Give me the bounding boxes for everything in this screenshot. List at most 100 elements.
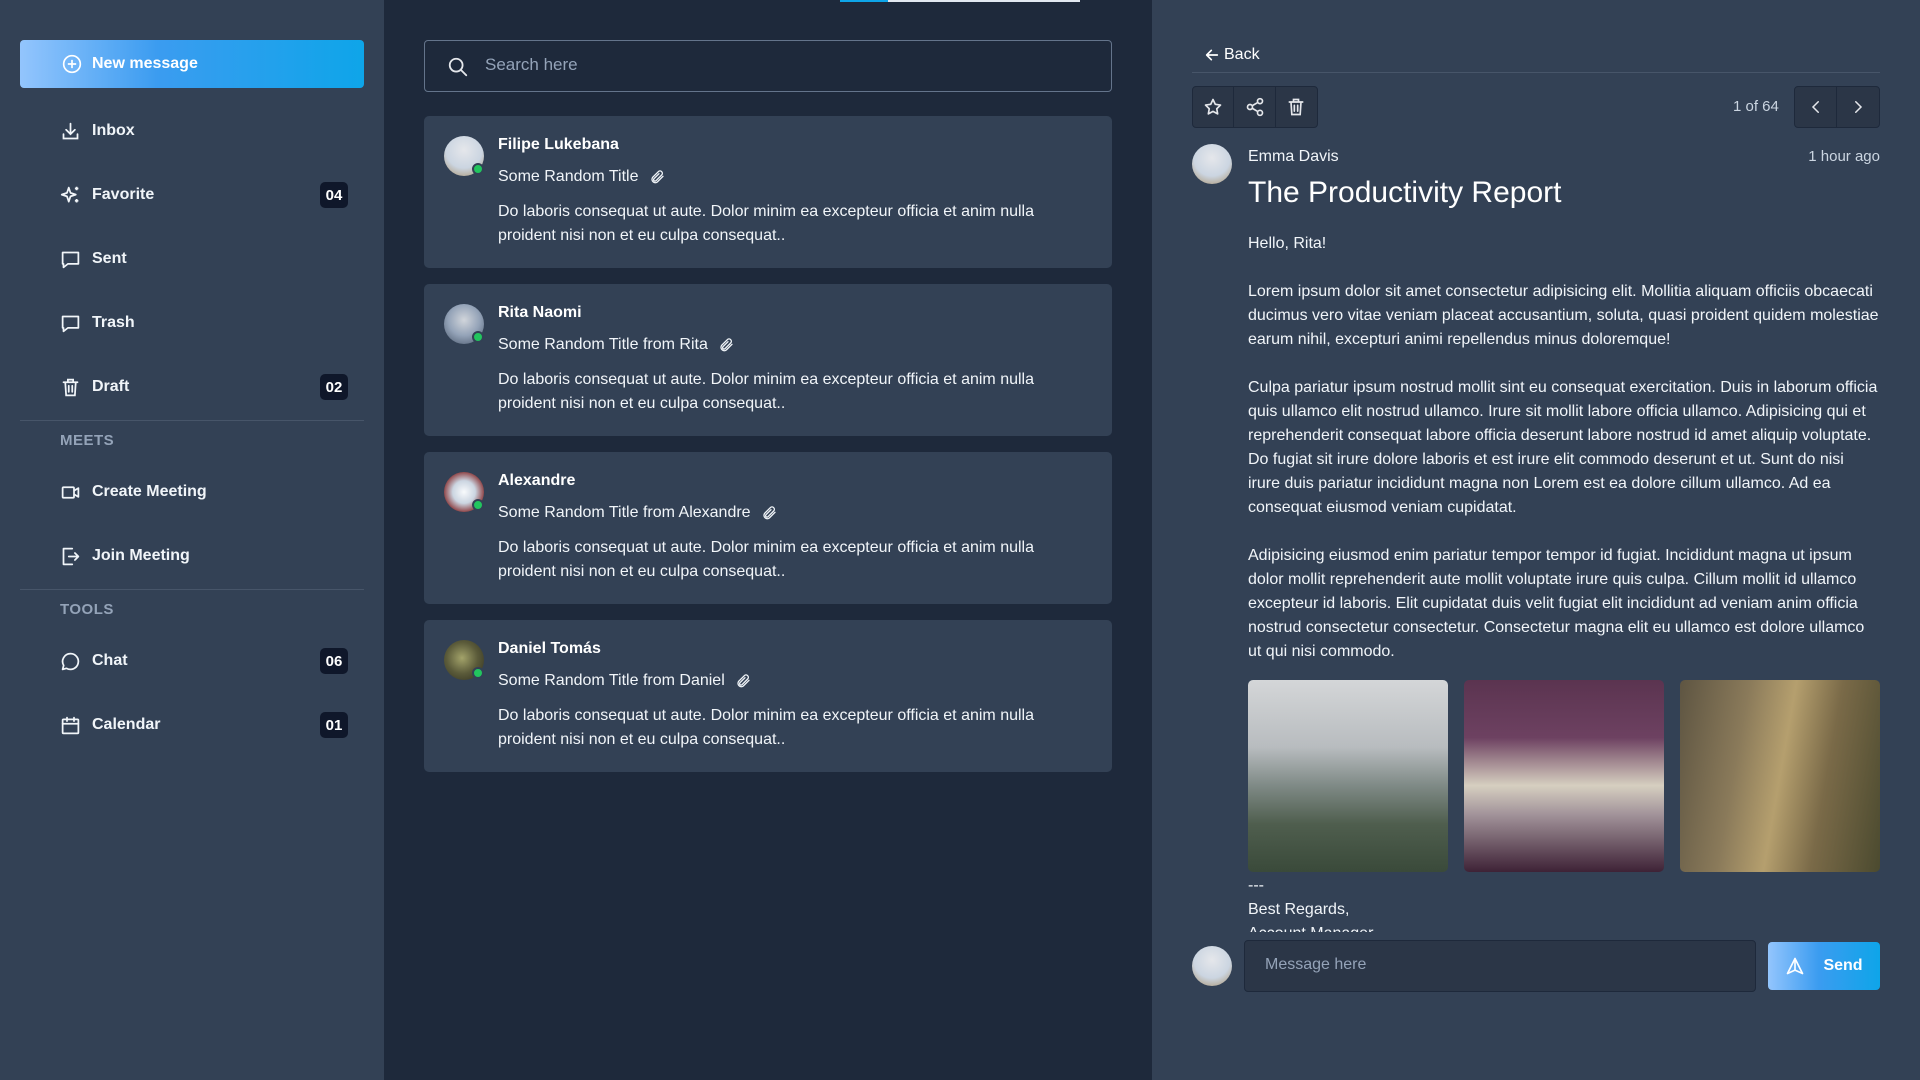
reader-title: The Productivity Report	[1248, 176, 1562, 209]
sidebar-item-sent[interactable]: Sent	[20, 235, 364, 283]
sidebar: New message Inbox Favorite 04 Sent Trash…	[0, 0, 384, 1080]
sidebar-item-favorite[interactable]: Favorite 04	[20, 171, 364, 219]
message-card[interactable]: Daniel Tomás Some Random Title from Dani…	[424, 620, 1112, 772]
message-icon	[60, 313, 81, 334]
section-label-tools: TOOLS	[60, 601, 114, 618]
chevron-left-icon	[1811, 101, 1819, 113]
signature-separator: ---	[1248, 877, 1264, 894]
reader-timestamp: 1 hour ago	[1808, 148, 1880, 165]
sidebar-item-label: Sent	[92, 250, 127, 267]
section-label-meets: MEETS	[60, 432, 115, 449]
sidebar-item-label: Trash	[92, 314, 135, 331]
sidebar-item-calendar[interactable]: Calendar 01	[20, 701, 364, 749]
attachments	[1248, 680, 1880, 872]
inbox-icon	[60, 121, 81, 142]
message-list-panel: Filipe Lukebana Some Random Title Do lab…	[384, 0, 1152, 1080]
message-card[interactable]: Rita Naomi Some Random Title from Rita D…	[424, 284, 1112, 436]
paperclip-icon	[737, 674, 750, 688]
sidebar-item-label: Inbox	[92, 122, 135, 139]
new-message-label: New message	[92, 55, 198, 72]
sidebar-item-label: Calendar	[92, 716, 161, 733]
greeting: Hello, Rita!	[1248, 235, 1327, 252]
attachment-image-canal[interactable]	[1464, 680, 1664, 872]
star-icon	[1204, 98, 1222, 115]
message-subject: Some Random Title from Daniel	[498, 672, 751, 690]
search-input[interactable]	[485, 41, 1095, 89]
login-icon	[60, 546, 81, 567]
message-sender: Rita Naomi	[498, 304, 582, 321]
previous-button[interactable]	[1795, 87, 1837, 127]
chevron-right-icon	[1855, 101, 1863, 113]
paperclip-icon	[720, 338, 733, 352]
message-icon	[60, 249, 81, 270]
pager-controls	[1794, 86, 1880, 128]
reply-input[interactable]	[1265, 941, 1745, 989]
back-link[interactable]: Back	[1204, 46, 1260, 64]
message-preview: Do laboris consequat ut aute. Dolor mini…	[498, 707, 1034, 748]
attachment-image-rocks[interactable]	[1680, 680, 1880, 872]
sidebar-item-label: Chat	[92, 652, 128, 669]
online-indicator	[472, 331, 484, 343]
sidebar-item-label: Join Meeting	[92, 547, 190, 564]
message-subject-text: Some Random Title	[498, 168, 639, 185]
count-badge: 01	[320, 712, 348, 738]
search-icon	[447, 56, 469, 78]
sidebar-item-create-meeting[interactable]: Create Meeting	[20, 468, 364, 516]
reader-sender: Emma Davis	[1248, 148, 1339, 165]
user-avatar	[1192, 946, 1232, 986]
trash-icon	[60, 377, 81, 398]
scroll-indicator-accent	[840, 0, 888, 2]
message-subject-text: Some Random Title from Daniel	[498, 672, 725, 689]
back-label: Back	[1224, 46, 1260, 63]
signature-role: Account Manager	[1248, 922, 1880, 932]
message-subject: Some Random Title	[498, 168, 665, 186]
message-subject-text: Some Random Title from Rita	[498, 336, 708, 353]
calendar-icon	[60, 715, 81, 736]
message-card[interactable]: Filipe Lukebana Some Random Title Do lab…	[424, 116, 1112, 268]
message-preview: Do laboris consequat ut aute. Dolor mini…	[498, 203, 1034, 244]
online-indicator	[472, 667, 484, 679]
plus-circle-icon	[62, 54, 82, 74]
online-indicator	[472, 499, 484, 511]
sidebar-item-chat[interactable]: Chat 06	[20, 637, 364, 685]
online-indicator	[472, 163, 484, 175]
send-button[interactable]: Send	[1768, 942, 1880, 990]
message-sender: Filipe Lukebana	[498, 136, 619, 153]
count-badge: 04	[320, 182, 348, 208]
sidebar-item-label: Create Meeting	[92, 483, 207, 500]
pager-text: 1 of 64	[1733, 98, 1779, 115]
attachment-image-mountain[interactable]	[1248, 680, 1448, 872]
message-preview: Do laboris consequat ut aute. Dolor mini…	[498, 371, 1034, 412]
message-sender: Daniel Tomás	[498, 640, 601, 657]
body-paragraph: Lorem ipsum dolor sit amet consectetur a…	[1248, 283, 1879, 348]
body-paragraph: Adipisicing eiusmod enim pariatur tempor…	[1248, 547, 1865, 660]
share-button[interactable]	[1234, 87, 1276, 127]
favorite-button[interactable]	[1193, 87, 1235, 127]
sidebar-item-inbox[interactable]: Inbox	[20, 107, 364, 155]
search-box[interactable]	[424, 40, 1112, 92]
arrow-left-icon	[1205, 49, 1219, 61]
sidebar-item-label: Draft	[92, 378, 130, 395]
new-message-button[interactable]: New message	[20, 40, 364, 88]
message-sender: Alexandre	[498, 472, 576, 489]
sidebar-item-draft[interactable]: Draft 02	[20, 363, 364, 411]
body-paragraph: Culpa pariatur ipsum nostrud mollit sint…	[1248, 379, 1878, 516]
sidebar-item-join-meeting[interactable]: Join Meeting	[20, 532, 364, 580]
message-reader: Back 1 of 64 Emma Davis 1 hour ago The P…	[1152, 0, 1920, 1080]
divider	[20, 589, 364, 590]
message-subject: Some Random Title from Alexandre	[498, 504, 777, 522]
delete-button[interactable]	[1276, 87, 1317, 127]
sidebar-item-label: Favorite	[92, 186, 155, 203]
paperclip-icon	[762, 506, 776, 520]
video-icon	[60, 482, 81, 503]
send-label: Send	[1823, 957, 1863, 974]
message-subject-text: Some Random Title from Alexandre	[498, 504, 751, 521]
reader-body: Hello, Rita! Lorem ipsum dolor sit amet …	[1248, 232, 1880, 932]
sidebar-item-trash[interactable]: Trash	[20, 299, 364, 347]
next-button[interactable]	[1837, 87, 1879, 127]
trash-icon	[1288, 98, 1304, 116]
divider	[1192, 72, 1880, 73]
paperclip-icon	[650, 170, 664, 184]
message-card[interactable]: Alexandre Some Random Title from Alexand…	[424, 452, 1112, 604]
reply-box[interactable]	[1244, 940, 1756, 992]
